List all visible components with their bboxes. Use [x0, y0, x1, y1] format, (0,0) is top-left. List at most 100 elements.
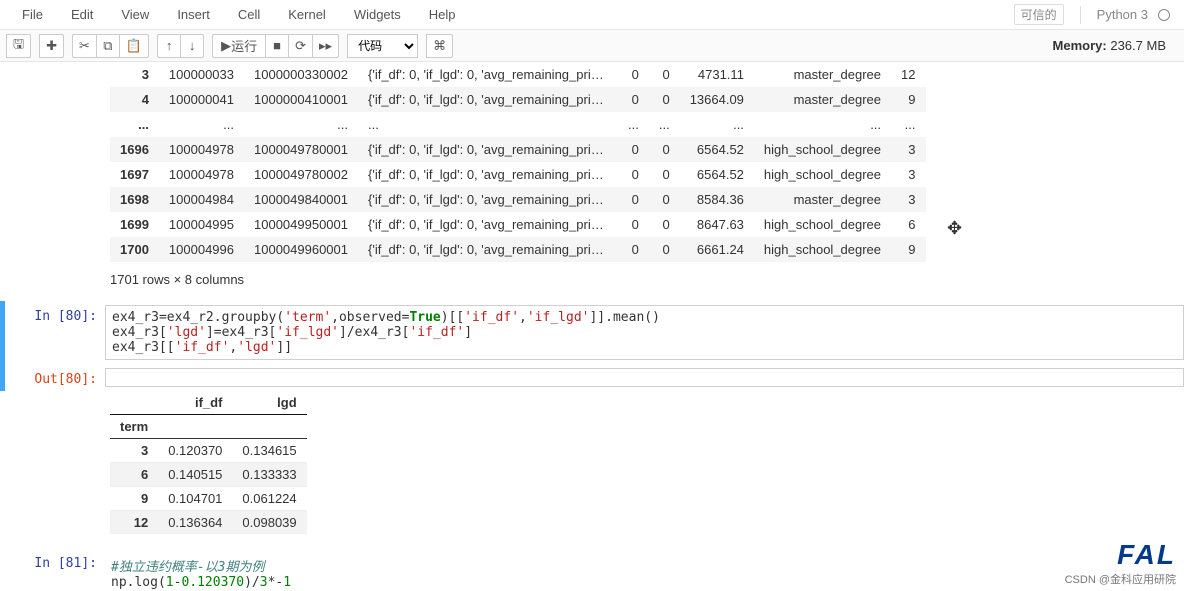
cell: 0	[618, 62, 649, 87]
cell: 0	[618, 237, 649, 262]
trusted-badge[interactable]: 可信的	[1014, 4, 1064, 25]
cell: 0	[649, 137, 680, 162]
run-all-button[interactable]: ▸▸	[312, 34, 339, 58]
menu-view[interactable]: View	[107, 3, 163, 26]
cell: 100004995	[159, 212, 244, 237]
cell: 0	[618, 162, 649, 187]
col-header: if_df	[158, 391, 232, 415]
menu-widgets[interactable]: Widgets	[340, 3, 415, 26]
cell: 0.120370	[158, 439, 232, 463]
row-index: 12	[110, 511, 158, 535]
move-down-button[interactable]: ↓	[180, 34, 204, 58]
dataframe-output: 31000000331000000330002{'if_df': 0, 'if_…	[110, 62, 926, 262]
dataframe-shape: 1701 rows × 8 columns	[110, 272, 1184, 287]
index-name: term	[110, 415, 158, 439]
cell: ...	[891, 112, 925, 137]
save-button[interactable]: 🖫	[6, 34, 31, 58]
move-up-button[interactable]: ↑	[157, 34, 181, 58]
cell: 1000049950001	[244, 212, 358, 237]
row-index: 3	[110, 439, 158, 463]
kernel-name[interactable]: Python 3	[1097, 7, 1148, 22]
interrupt-button[interactable]: ■	[265, 34, 289, 58]
cell: 100004984	[159, 187, 244, 212]
restart-button[interactable]: ⟳	[288, 34, 313, 58]
cell: 100000041	[159, 87, 244, 112]
menu-edit[interactable]: Edit	[57, 3, 107, 26]
cell: 6	[891, 212, 925, 237]
code-cell-81[interactable]: In [81]: #独立违约概率-以3期为例 np.log(1-0.120370…	[0, 548, 1184, 591]
menu-cell[interactable]: Cell	[224, 3, 274, 26]
cell: 0.140515	[158, 463, 232, 487]
in-prompt: In [81]:	[5, 552, 105, 591]
cell: {'if_df': 0, 'if_lgd': 0, 'avg_remaining…	[358, 237, 618, 262]
cell: 1000049960001	[244, 237, 358, 262]
table-row: 41000000411000000410001{'if_df': 0, 'if_…	[110, 87, 926, 112]
menu-insert[interactable]: Insert	[163, 3, 224, 26]
notebook-area[interactable]: 31000000331000000330002{'if_df': 0, 'if_…	[0, 62, 1184, 591]
cell: 4731.11	[680, 62, 754, 87]
cell: 9	[891, 237, 925, 262]
table-row: 60.1405150.133333	[110, 463, 307, 487]
cell: ...	[680, 112, 754, 137]
memory-label: Memory:	[1053, 38, 1107, 53]
cell: 9	[891, 87, 925, 112]
cell: 0.104701	[158, 487, 232, 511]
row-index: 4	[110, 87, 159, 112]
cell: 6564.52	[680, 137, 754, 162]
row-index: 3	[110, 62, 159, 87]
cell: 100000033	[159, 62, 244, 87]
row-index: 6	[110, 463, 158, 487]
row-index: 1698	[110, 187, 159, 212]
table-row: 16971000049781000049780002{'if_df': 0, '…	[110, 162, 926, 187]
memory-value: 236.7 MB	[1110, 38, 1166, 53]
cell: {'if_df': 0, 'if_lgd': 0, 'avg_remaining…	[358, 212, 618, 237]
command-palette-button[interactable]: ⌘	[426, 34, 453, 58]
menu-help[interactable]: Help	[415, 3, 470, 26]
cell: ...	[649, 112, 680, 137]
cell: master_degree	[754, 187, 891, 212]
cell: {'if_df': 0, 'if_lgd': 0, 'avg_remaining…	[358, 137, 618, 162]
cell: 1000000410001	[244, 87, 358, 112]
table-row: 16961000049781000049780001{'if_df': 0, '…	[110, 137, 926, 162]
paste-button[interactable]: 📋	[119, 34, 149, 58]
menu-kernel[interactable]: Kernel	[274, 3, 340, 26]
cell: {'if_df': 0, 'if_lgd': 0, 'avg_remaining…	[358, 162, 618, 187]
cell: 100004978	[159, 162, 244, 187]
divider	[1080, 6, 1081, 24]
menu-file[interactable]: File	[8, 3, 57, 26]
cell: ...	[159, 112, 244, 137]
cell: 3	[891, 137, 925, 162]
cell: 0.061224	[232, 487, 306, 511]
cell-type-select[interactable]: 代码	[347, 34, 418, 58]
row-index: 1700	[110, 237, 159, 262]
run-button[interactable]: ▶ 运行	[212, 34, 266, 58]
cell: master_degree	[754, 62, 891, 87]
add-cell-button[interactable]: ✚	[39, 34, 64, 58]
cell: 0.133333	[232, 463, 306, 487]
code-input[interactable]: ex4_r3=ex4_r2.groupby('term',observed=Tr…	[105, 305, 1184, 360]
cell: 8647.63	[680, 212, 754, 237]
cell: 0.136364	[158, 511, 232, 535]
table-row: 16981000049841000049840001{'if_df': 0, '…	[110, 187, 926, 212]
cell: 0	[649, 62, 680, 87]
copy-button[interactable]: ⧉	[96, 34, 120, 58]
cell: 0	[618, 137, 649, 162]
cell: 0	[649, 87, 680, 112]
cell: 6661.24	[680, 237, 754, 262]
row-index: 1697	[110, 162, 159, 187]
code-cell-80[interactable]: In [80]: ex4_r3=ex4_r2.groupby('term',ob…	[0, 301, 1184, 364]
output-area	[105, 368, 1184, 387]
cell: 6564.52	[680, 162, 754, 187]
cell: 1000000330002	[244, 62, 358, 87]
menubar: File Edit View Insert Cell Kernel Widget…	[0, 0, 1184, 30]
col-header: lgd	[232, 391, 306, 415]
cell: ...	[754, 112, 891, 137]
cell: 100004978	[159, 137, 244, 162]
table-row: 16991000049951000049950001{'if_df': 0, '…	[110, 212, 926, 237]
cell: ...	[618, 112, 649, 137]
cut-button[interactable]: ✂	[72, 34, 97, 58]
row-index: 9	[110, 487, 158, 511]
code-input[interactable]: #独立违约概率-以3期为例 np.log(1-0.120370)/3*-1	[105, 552, 1184, 591]
kernel-indicator-icon[interactable]	[1158, 9, 1170, 21]
toolbar: 🖫 ✚ ✂ ⧉ 📋 ↑ ↓ ▶ 运行 ■ ⟳ ▸▸ 代码 ⌘ Memory: 2…	[0, 30, 1184, 62]
